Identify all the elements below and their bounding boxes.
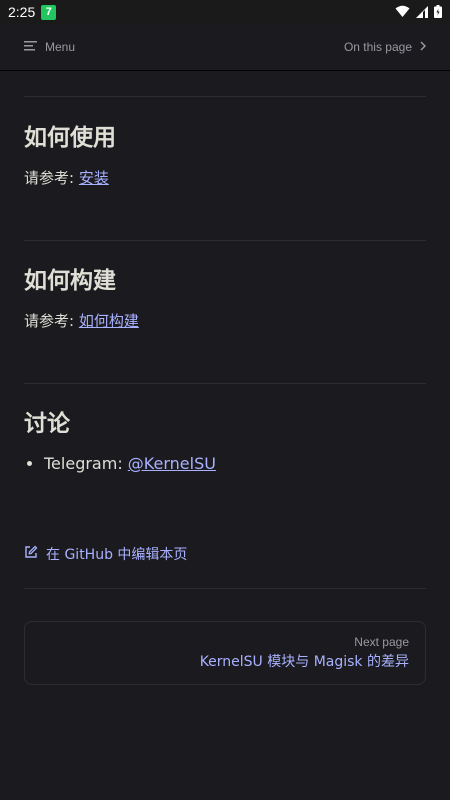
usage-prefix: 请参考: bbox=[24, 169, 79, 187]
local-nav: Menu On this page bbox=[0, 24, 450, 71]
doc-content: 如何使用 请参考: 安装 如何构建 请参考: 如何构建 讨论 Telegram:… bbox=[24, 96, 426, 685]
status-left: 2:25 7 bbox=[8, 4, 57, 20]
menu-icon bbox=[24, 40, 37, 54]
usage-paragraph: 请参考: 安装 bbox=[24, 166, 426, 190]
battery-icon bbox=[434, 3, 442, 22]
status-right bbox=[395, 3, 442, 22]
on-this-page-label: On this page bbox=[343, 40, 412, 54]
next-page-title: KernelSU 模块与 Magisk 的差异 bbox=[199, 654, 409, 670]
section-title-discussion: 讨论 bbox=[24, 411, 70, 437]
build-link[interactable]: 如何构建 bbox=[79, 312, 139, 330]
menu-label: Menu bbox=[45, 40, 76, 54]
discussion-list: Telegram: @KernelSU bbox=[24, 452, 426, 476]
list-item: Telegram: @KernelSU bbox=[44, 452, 426, 476]
menu-button[interactable]: Menu bbox=[24, 40, 75, 54]
section-title-usage: 如何使用 bbox=[24, 125, 116, 151]
on-this-page-button[interactable]: On this page bbox=[343, 40, 427, 54]
edit-icon bbox=[24, 545, 38, 563]
next-page-label: Next page bbox=[354, 635, 409, 649]
edit-on-github-link[interactable]: 在 GitHub 中编辑本页 bbox=[24, 544, 426, 564]
telegram-link[interactable]: @KernelSU bbox=[128, 454, 216, 473]
edit-link-label: 在 GitHub 中编辑本页 bbox=[46, 547, 188, 563]
section-title-build: 如何构建 bbox=[24, 268, 116, 294]
telegram-prefix: Telegram: bbox=[44, 454, 128, 473]
signal-icon bbox=[416, 3, 428, 22]
status-bar: 2:25 7 bbox=[0, 0, 450, 24]
build-paragraph: 请参考: 如何构建 bbox=[24, 309, 426, 333]
notification-badge: 7 bbox=[41, 4, 57, 20]
next-page-card[interactable]: Next page KernelSU 模块与 Magisk 的差异 bbox=[24, 621, 426, 685]
chevron-right-icon bbox=[420, 40, 427, 54]
build-prefix: 请参考: bbox=[24, 312, 79, 330]
status-time: 2:25 bbox=[8, 4, 36, 20]
install-link[interactable]: 安装 bbox=[79, 169, 109, 187]
wifi-icon bbox=[395, 3, 410, 22]
